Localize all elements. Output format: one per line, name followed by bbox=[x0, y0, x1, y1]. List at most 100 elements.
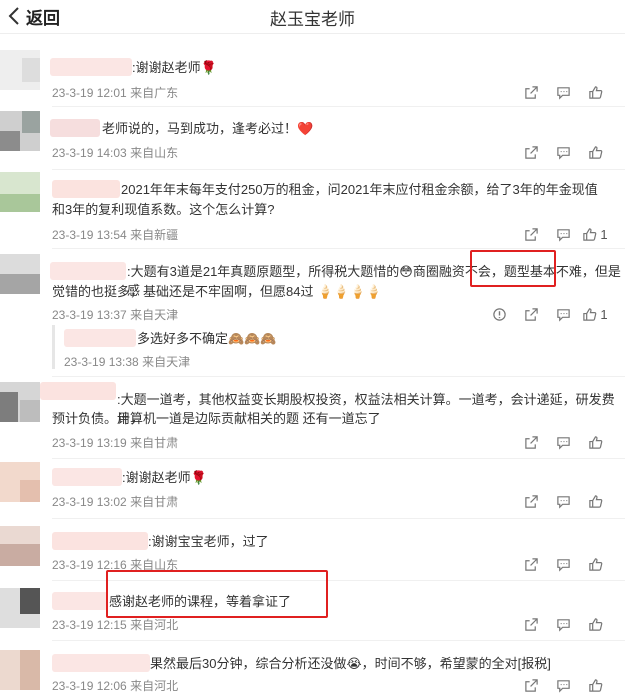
username-blurred[interactable] bbox=[52, 180, 120, 198]
avatar[interactable] bbox=[0, 650, 40, 690]
comment-icon[interactable] bbox=[547, 556, 579, 572]
username-blurred[interactable] bbox=[52, 532, 148, 550]
comment-text-line: 觉错的也挺多，基础还是不牢固啊，但愿84过 🍦🍦🍦🍦 bbox=[52, 284, 382, 299]
username-blurred[interactable] bbox=[52, 654, 150, 672]
page-title: 赵玉宝老师 bbox=[270, 10, 355, 29]
comment-text-line: 2021年年末每年支付250万的租金，问2021年末应付租金余额，给了3年的年金… bbox=[121, 182, 598, 197]
comment-meta: 23-3-19 13:19 来自甘肃 bbox=[52, 434, 178, 451]
comment-icon[interactable] bbox=[547, 306, 579, 322]
share-icon[interactable] bbox=[515, 493, 547, 509]
comment-text: :谢谢宝宝老师，过了 bbox=[148, 534, 269, 549]
thumbs-up-icon[interactable]: 1 bbox=[579, 306, 611, 322]
comment-meta: 23-3-19 13:02 来自甘肃 bbox=[52, 493, 178, 510]
comment-actions bbox=[515, 616, 611, 632]
share-icon[interactable] bbox=[515, 434, 547, 450]
divider bbox=[52, 518, 625, 519]
divider bbox=[52, 169, 625, 170]
comment-time: 23-3-19 12:01 bbox=[52, 86, 127, 100]
divider bbox=[52, 458, 625, 459]
share-icon[interactable] bbox=[515, 84, 547, 100]
comment-text-line: 预计负债。计算机一道是边际贡献相关的题 还有一道忘了 bbox=[52, 411, 381, 426]
username-blurred[interactable] bbox=[64, 329, 136, 347]
share-icon[interactable] bbox=[515, 306, 547, 322]
share-icon[interactable] bbox=[515, 677, 547, 693]
comment-time: 23-3-19 13:02 bbox=[52, 495, 127, 509]
comment-time: 23-3-19 12:15 bbox=[52, 618, 127, 632]
comment-text-line: 和3年的复利现值系数。这个怎么计算? bbox=[52, 202, 275, 217]
comment-time: 23-3-19 13:37 bbox=[52, 308, 127, 322]
comment-actions bbox=[515, 434, 611, 450]
username-blurred[interactable] bbox=[52, 592, 108, 610]
username-blurred[interactable] bbox=[50, 58, 132, 76]
comment-actions bbox=[515, 493, 611, 509]
thumbs-up-icon[interactable] bbox=[579, 556, 611, 572]
avatar[interactable] bbox=[0, 462, 40, 502]
share-icon[interactable] bbox=[515, 144, 547, 160]
username-blurred[interactable] bbox=[50, 262, 126, 280]
comment-text: :谢谢赵老师🌹 bbox=[122, 470, 207, 485]
thumbs-up-icon[interactable] bbox=[579, 677, 611, 693]
share-icon[interactable] bbox=[515, 226, 547, 242]
avatar[interactable] bbox=[0, 382, 40, 422]
comment-meta: 23-3-19 12:06 来自河北 bbox=[52, 677, 178, 694]
thumbs-up-icon[interactable] bbox=[579, 84, 611, 100]
comment-icon[interactable] bbox=[547, 677, 579, 693]
avatar[interactable] bbox=[0, 526, 40, 566]
comment-text-part: :大题有3道是21年真题原题型，所得税大题惜的😳商圈融资不会， bbox=[127, 264, 504, 279]
comment-location: 来自新疆 bbox=[130, 228, 179, 242]
thumbs-up-icon[interactable] bbox=[579, 434, 611, 450]
comment-actions bbox=[515, 84, 611, 100]
comment-meta: 23-3-19 13:37 来自天津 bbox=[52, 306, 178, 323]
comment-icon[interactable] bbox=[547, 434, 579, 450]
thumbs-up-icon[interactable] bbox=[579, 144, 611, 160]
username-blurred[interactable] bbox=[50, 119, 100, 137]
like-count: 1 bbox=[600, 226, 608, 242]
comment-time: 23-3-19 13:19 bbox=[52, 436, 127, 450]
comment-meta: 23-3-19 12:01 来自广东 bbox=[52, 84, 178, 101]
comment-icon[interactable] bbox=[547, 84, 579, 100]
comment-meta: 23-3-19 13:54 来自新疆 bbox=[52, 226, 178, 243]
comment-actions bbox=[515, 144, 611, 160]
like-count: 1 bbox=[600, 306, 608, 322]
divider bbox=[52, 640, 625, 641]
comment-text: :谢谢赵老师🌹 bbox=[132, 60, 217, 75]
comment-actions bbox=[515, 556, 611, 572]
comment-icon[interactable] bbox=[547, 493, 579, 509]
highlight-box bbox=[470, 250, 556, 287]
username-blurred[interactable] bbox=[52, 468, 122, 486]
thumbs-up-icon[interactable] bbox=[579, 493, 611, 509]
comment-location: 来自山东 bbox=[130, 146, 179, 160]
reply-indent-bar bbox=[52, 325, 55, 369]
comment-icon[interactable] bbox=[547, 616, 579, 632]
avatar[interactable] bbox=[0, 111, 40, 151]
username-blurred[interactable] bbox=[40, 382, 116, 400]
thumbs-up-icon[interactable] bbox=[579, 616, 611, 632]
thumbs-up-icon[interactable]: 1 bbox=[579, 226, 611, 242]
highlight-box bbox=[106, 570, 328, 618]
reply-text: 多选好多不确定🙈🙈🙈 bbox=[137, 331, 277, 346]
comment-location: 来自甘肃 bbox=[130, 495, 179, 509]
comment-actions: 1 bbox=[515, 226, 611, 242]
comment-text: 果然最后30分钟，综合分析还没做😭，时间不够，希望蒙的全对[报税] bbox=[150, 656, 551, 671]
comment-location: 来自河北 bbox=[130, 618, 179, 632]
comment-icon[interactable] bbox=[547, 226, 579, 242]
divider bbox=[52, 106, 625, 107]
comment-location: 来自甘肃 bbox=[130, 436, 179, 450]
comment-meta: 23-3-19 12:15 来自河北 bbox=[52, 616, 178, 633]
reply-meta: 23-3-19 13:38 来自天津 bbox=[64, 353, 190, 370]
report-icon[interactable] bbox=[483, 306, 515, 322]
share-icon[interactable] bbox=[515, 556, 547, 572]
comment-meta: 23-3-19 14:03 来自山东 bbox=[52, 144, 178, 161]
top-bar: 返回 赵玉宝老师 bbox=[0, 0, 625, 34]
share-icon[interactable] bbox=[515, 616, 547, 632]
avatar[interactable] bbox=[0, 172, 40, 212]
avatar[interactable] bbox=[0, 50, 40, 90]
comment-location: 来自广东 bbox=[130, 86, 179, 100]
comment-icon[interactable] bbox=[547, 144, 579, 160]
avatar[interactable] bbox=[0, 588, 40, 628]
divider bbox=[52, 248, 625, 249]
comment-actions: 1 bbox=[483, 306, 611, 322]
comment-location: 来自河北 bbox=[130, 679, 179, 693]
comment-time: 23-3-19 13:54 bbox=[52, 228, 127, 242]
avatar[interactable] bbox=[0, 254, 40, 294]
